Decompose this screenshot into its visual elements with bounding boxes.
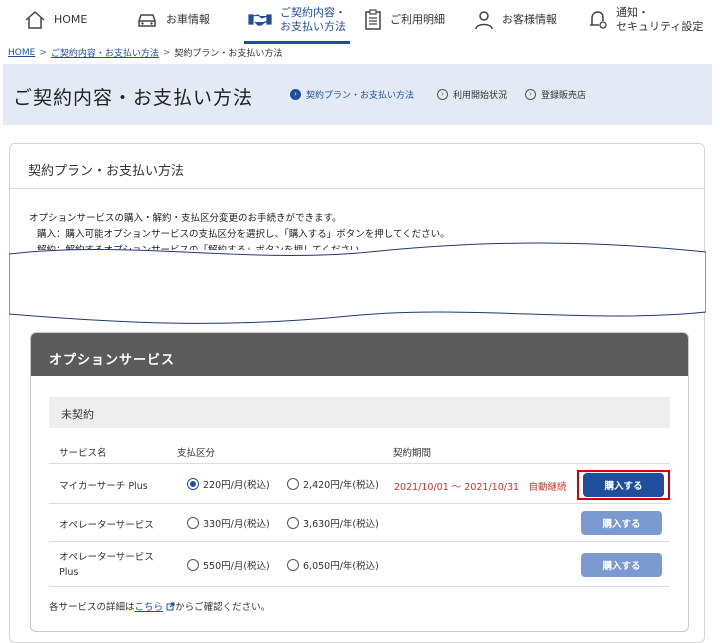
top-navigation: HOME お車情報 ご契約内容・ お支払い方法 ご利用明細 お客様情報 通知・ … <box>0 0 720 44</box>
nav-usage[interactable]: ご利用明細 <box>364 0 445 40</box>
chevron-circle-icon: › <box>437 89 448 100</box>
breadcrumb-contract[interactable]: ご契約内容・お支払い方法 <box>51 46 159 59</box>
details-note-suffix: からご確認ください。 <box>175 602 271 613</box>
nav-contract[interactable]: ご契約内容・ お支払い方法 <box>244 0 350 44</box>
handshake-icon <box>248 14 272 26</box>
car-icon <box>138 14 156 27</box>
details-note-prefix: 各サービスの詳細は <box>49 602 135 613</box>
service-name: マイカーサーチ Plus <box>59 481 148 492</box>
person-icon <box>475 11 493 30</box>
service-name: オペレーターサービス Plus <box>59 552 154 578</box>
nav-customer-label: お客様情報 <box>502 13 557 26</box>
nav-customer[interactable]: お客様情報 <box>474 0 557 40</box>
payment-yearly-label: 3,630円/年(税込) <box>303 519 379 530</box>
radio-dot <box>287 517 299 529</box>
page-title: ご契約内容・お支払い方法 <box>13 87 254 109</box>
group-label: 未契約 <box>61 408 94 421</box>
payment-yearly-label: 2,420円/年(税込) <box>303 480 379 491</box>
chevron-circle-icon: › <box>525 89 536 100</box>
nav-car-label: お車情報 <box>166 13 210 26</box>
breadcrumb-separator: > <box>162 47 171 58</box>
subnav-plan[interactable]: › 契約プラン・お支払い方法 <box>290 88 414 101</box>
details-link[interactable]: こちら <box>135 602 164 613</box>
column-header-payment: 支払区分 <box>177 448 216 459</box>
description-purchase: 購入：購入可能オプションサービスの支払区分を選択し、「購入する」ボタンを押してく… <box>37 229 450 240</box>
option-service-header: オプションサービス <box>31 333 688 376</box>
radio-dot <box>187 559 199 571</box>
payment-monthly-label: 220円/月(税込) <box>203 480 270 491</box>
subnav-dealer[interactable]: › 登録販売店 <box>525 88 586 101</box>
table-row: オペレーターサービス 330円/月(税込) 3,630円/年(税込) 購入する <box>49 503 670 541</box>
chevron-circle-icon: › <box>290 89 301 100</box>
nav-home-label: HOME <box>54 13 88 26</box>
group-uncontracted: 未契約 <box>49 397 670 428</box>
panel-title: 契約プラン・お支払い方法 <box>28 164 185 179</box>
payment-yearly-radio[interactable]: 3,630円/年(税込) <box>287 516 379 530</box>
subnav-status-label: 利用開始状況 <box>453 91 508 101</box>
home-icon <box>25 10 45 29</box>
breadcrumb-separator: > <box>39 47 47 58</box>
breadcrumb-current: 契約プラン・お支払い方法 <box>174 49 283 59</box>
payment-monthly-radio[interactable]: 220円/月(税込) <box>187 477 270 491</box>
service-name: オペレーターサービス <box>59 520 154 531</box>
nav-usage-label: ご利用明細 <box>390 13 445 26</box>
payment-yearly-radio[interactable]: 2,420円/年(税込) <box>287 477 379 491</box>
option-service-title: オプションサービス <box>49 353 176 368</box>
payment-monthly-label: 550円/月(税込) <box>203 561 270 572</box>
bell-gear-icon <box>590 11 607 29</box>
description-line: オプションサービスの購入・解約・支払区分変更のお手続きができます。 <box>29 213 342 224</box>
nav-home[interactable]: HOME <box>24 0 87 40</box>
nav-notify-label: 通知・ セキュリティ設定 <box>616 6 704 33</box>
radio-dot <box>287 559 299 571</box>
clipboard-icon <box>365 9 381 30</box>
contract-period: 2021/10/01 ～ 2021/10/31 自動継続 <box>394 482 567 493</box>
column-header-name: サービス名 <box>59 448 107 459</box>
payment-monthly-radio[interactable]: 330円/月(税込) <box>187 516 270 530</box>
subnav-plan-label: 契約プラン・お支払い方法 <box>306 91 415 101</box>
radio-dot <box>187 517 199 529</box>
nav-car[interactable]: お車情報 <box>136 0 210 40</box>
table-row: オペレーターサービス Plus 550円/月(税込) 6,050円/年(税込) … <box>49 541 670 587</box>
purchase-button[interactable]: 購入する <box>583 473 664 497</box>
payment-monthly-radio[interactable]: 550円/月(税込) <box>187 558 270 572</box>
torn-edge-divider <box>9 242 706 324</box>
external-link-icon <box>166 602 175 611</box>
radio-dot <box>187 478 199 490</box>
subnav-dealer-label: 登録販売店 <box>541 91 587 101</box>
nav-contract-label: ご契約内容・ お支払い方法 <box>280 6 346 33</box>
payment-yearly-radio[interactable]: 6,050円/年(税込) <box>287 558 379 572</box>
payment-monthly-label: 330円/月(税込) <box>203 519 270 530</box>
purchase-button[interactable]: 購入する <box>581 511 662 535</box>
radio-dot <box>287 478 299 490</box>
subnav-status[interactable]: › 利用開始状況 <box>437 88 507 101</box>
breadcrumb-home[interactable]: HOME <box>8 48 35 58</box>
payment-yearly-label: 6,050円/年(税込) <box>303 561 379 572</box>
column-header-period: 契約期間 <box>393 448 432 459</box>
panel-header: 契約プラン・お支払い方法 <box>10 144 704 189</box>
table-row: マイカーサーチ Plus 220円/月(税込) 2,420円/年(税込) 202… <box>49 463 670 503</box>
details-note: 各サービスの詳細はこちら からご確認ください。 <box>49 599 270 613</box>
breadcrumb: HOME > ご契約内容・お支払い方法 > 契約プラン・お支払い方法 <box>8 46 283 60</box>
title-band: ご契約内容・お支払い方法 › 契約プラン・お支払い方法 › 利用開始状況 › 登… <box>3 64 712 125</box>
purchase-button[interactable]: 購入する <box>581 553 662 577</box>
nav-notify[interactable]: 通知・ セキュリティ設定 <box>588 0 703 40</box>
option-service-box: オプションサービス 未契約 サービス名 支払区分 契約期間 マイカーサーチ Pl… <box>30 332 689 632</box>
